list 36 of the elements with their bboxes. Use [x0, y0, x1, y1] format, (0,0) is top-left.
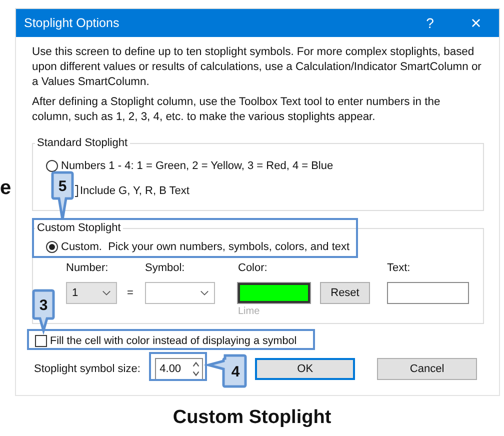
radio-label: Custom. Pick your own numbers, symbols, colors, and text: [61, 241, 350, 253]
field-label: Text:: [387, 261, 412, 275]
checkbox[interactable]: [35, 335, 47, 347]
checkbox[interactable]: [75, 185, 78, 197]
chevron-icon: [102, 290, 111, 296]
radio-label: Numbers 1 - 4: 1 = Green, 2 = Yellow, 3 = Red, 4 = Blue: [61, 160, 334, 172]
radio-button[interactable]: [46, 241, 58, 253]
window-title: Stoplight Options: [24, 16, 120, 30]
help-button[interactable]: ?: [407, 15, 453, 31]
text-field[interactable]: [387, 282, 469, 304]
group-title: Custom Stoplight: [35, 221, 123, 235]
field-label: Number:: [66, 261, 110, 275]
reset-button[interactable]: Reset: [320, 282, 370, 304]
figure-caption: Custom Stoplight: [172, 407, 332, 429]
size-spinner[interactable]: 4.00: [154, 358, 204, 380]
field-label: Color:: [238, 261, 268, 275]
field-label: Stoplight symbol size:: [34, 363, 142, 375]
checkbox-label: Fill the cell with color instead of displaying a symbol: [50, 335, 297, 347]
close-button[interactable]: ×: [453, 12, 499, 34]
instruction-text: Use this screen to define up to ten stoplight symbols. For more complex stoplights, based upon different values or results of calculations, use a Calculation/Indicator SmartColumn or a Values SmartColumn.: [32, 45, 482, 90]
dialog-button[interactable]: OK: [255, 358, 356, 380]
color-swatch[interactable]: [238, 283, 310, 303]
equals-sign: =: [126, 287, 134, 299]
highlight-frame: [149, 352, 207, 381]
callout-badge: 5: [51, 171, 74, 220]
instruction-text: After defining a Stoplight column, use the Toolbox Text tool to enter numbers in the column, such as 1, 2, 3, 4, etc. to make the various stoplights appear.: [32, 95, 442, 125]
number-dropdown[interactable]: 1: [66, 282, 117, 304]
color-name: Lime: [238, 306, 261, 318]
group-title: Standard Stoplight: [35, 136, 130, 150]
radio-button[interactable]: [46, 160, 58, 172]
dialog-button[interactable]: Cancel: [377, 358, 477, 380]
chevron-icon: [200, 290, 209, 296]
spin-arrows-icon[interactable]: [191, 359, 202, 379]
field-label: Symbol:: [145, 261, 186, 275]
cut-off-text: e: [0, 176, 12, 200]
checkbox-label: Include G, Y, R, B Text: [80, 185, 190, 197]
